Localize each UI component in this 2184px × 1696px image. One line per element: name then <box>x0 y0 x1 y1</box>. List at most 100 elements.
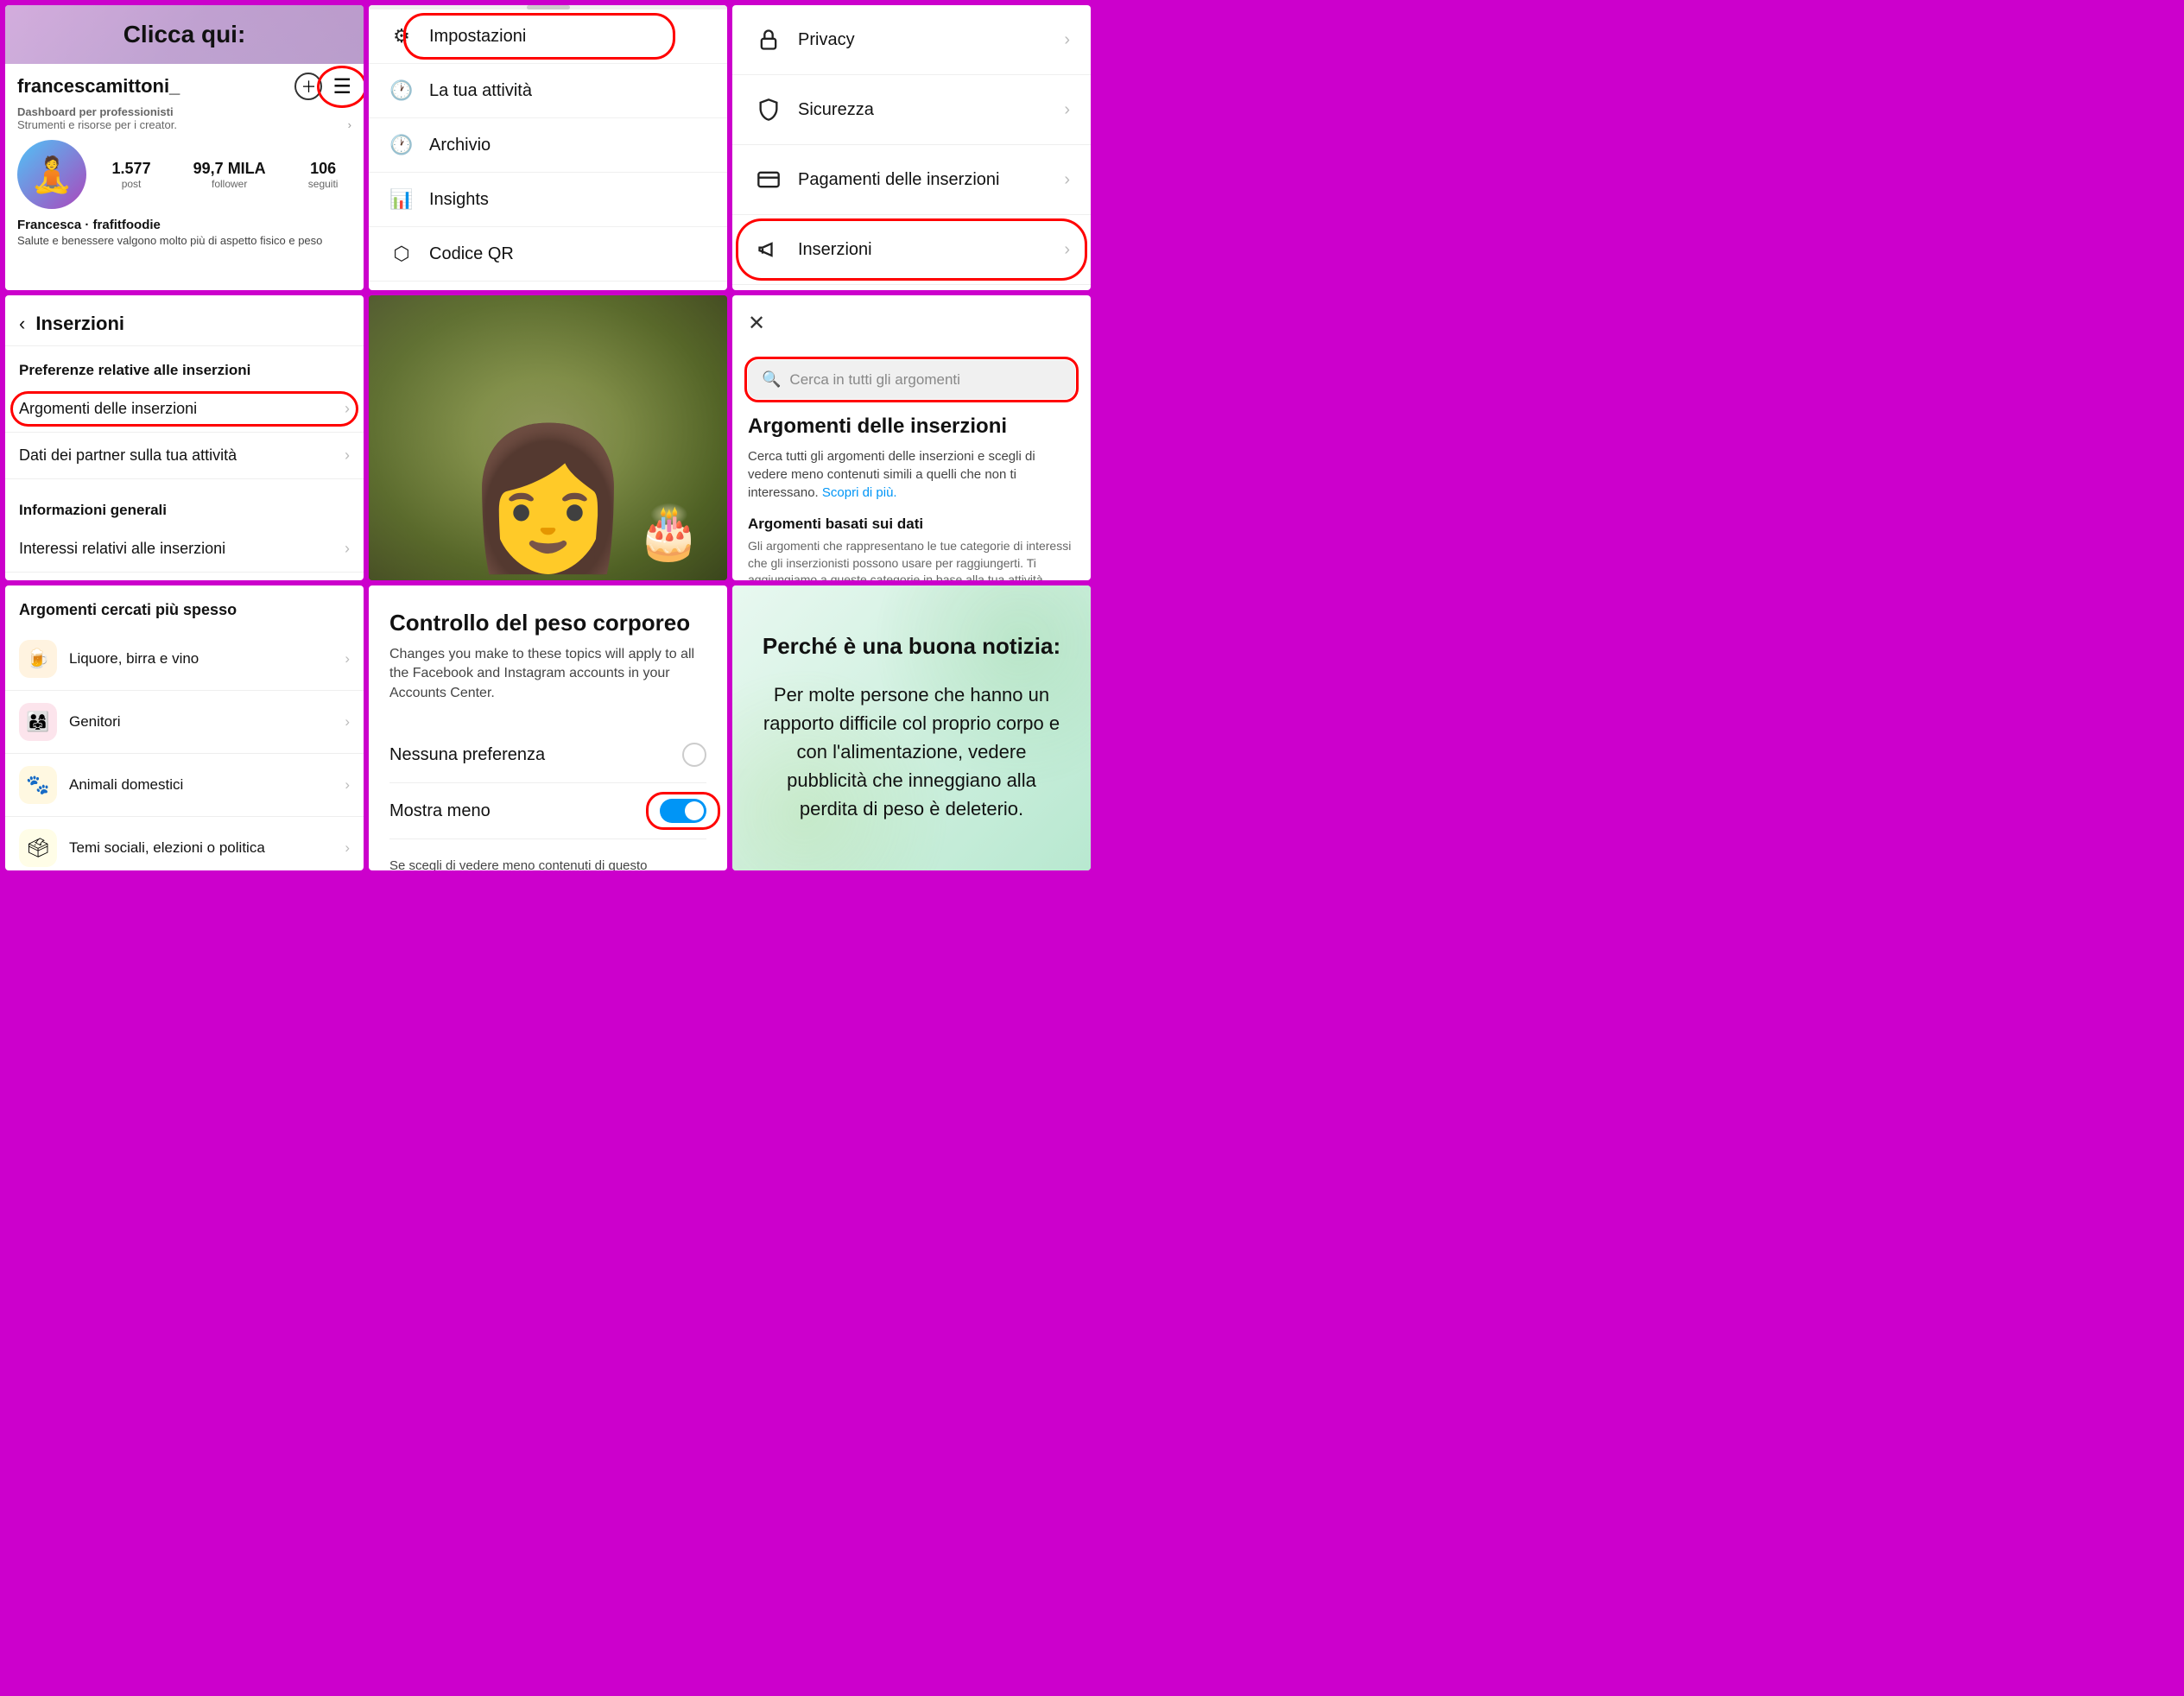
chevron-icon: › <box>1064 100 1070 120</box>
info-section-title: Informazioni generali <box>5 486 364 526</box>
animali-icon: 🐾 <box>19 766 57 804</box>
menu-item-salvato[interactable]: 🔖 Salvato <box>369 282 727 290</box>
username: francescamittoni_ <box>17 75 180 98</box>
arrow-icon: › <box>348 118 351 131</box>
chevron-icon: › <box>345 650 350 668</box>
radio-nessuna-pref[interactable] <box>682 743 706 767</box>
topic-genitori[interactable]: 👨‍👩‍👧 Genitori › <box>5 691 364 754</box>
menu-item-attivita[interactable]: 🕐 La tua attività <box>369 64 727 118</box>
profile-top-row: francescamittoni_ ＋ ☰ <box>17 73 351 100</box>
menu-item-codice-qr[interactable]: ⬡ Codice QR <box>369 227 727 282</box>
privacy-item[interactable]: Privacy › <box>732 5 1091 75</box>
temi-label: Temi sociali, elezioni o politica <box>69 839 345 857</box>
attivita-label: La tua attività <box>429 81 532 101</box>
back-button[interactable]: ‹ <box>19 313 25 335</box>
cell9-body: Per molte persone che hanno un rapporto … <box>758 680 1065 823</box>
megaphone-icon <box>753 234 784 265</box>
inserzioni-item[interactable]: Inserzioni › <box>732 215 1091 285</box>
temi-icon: 🗳 <box>19 829 57 867</box>
click-label: Clicca qui: <box>123 21 246 48</box>
search-icon: 🔍 <box>762 370 781 389</box>
sicurezza-item[interactable]: Sicurezza › <box>732 75 1091 145</box>
animali-label: Animali domestici <box>69 776 345 794</box>
settings-icon: ⚙ <box>389 25 414 47</box>
lock-icon <box>753 24 784 55</box>
archivio-label: Archivio <box>429 136 491 155</box>
activity-icon: 🕐 <box>389 79 414 102</box>
attivita-pub-item[interactable]: Attività pubblicitaria › <box>5 573 364 580</box>
account-item[interactable]: Account › <box>732 285 1091 290</box>
impostazioni-label: Impostazioni <box>429 27 526 47</box>
interessi-item[interactable]: Interessi relativi alle inserzioni › <box>5 526 364 573</box>
profile-name: Francesca · frafitfoodie <box>17 218 351 232</box>
chevron-icon: › <box>1064 240 1070 260</box>
chevron-icon: › <box>345 400 350 418</box>
peso-note: Se scegli di vedere meno contenuti di qu… <box>389 857 706 870</box>
stat-group: 1.577 post 99,7 MILA follower 106 seguit… <box>98 160 351 190</box>
close-button[interactable]: ✕ <box>748 311 765 336</box>
inserzioni-header: ‹ Inserzioni <box>5 295 364 346</box>
liquore-label: Liquore, birra e vino <box>69 650 345 668</box>
cell-photo: 👩 🎂 <box>369 295 727 580</box>
stat-followers: 99,7 MILA follower <box>193 160 266 190</box>
card-icon <box>753 164 784 195</box>
cell-inserzioni-settings: ‹ Inserzioni Preferenze relative alle in… <box>5 295 364 580</box>
topic-temi-sociali[interactable]: 🗳 Temi sociali, elezioni o politica › <box>5 817 364 870</box>
chevron-icon: › <box>345 713 350 731</box>
dashboard-text: Dashboard per professionisti <box>17 105 174 118</box>
search-box[interactable]: 🔍 Cerca in tutti gli argomenti <box>748 360 1075 399</box>
topic-liquore[interactable]: 🍺 Liquore, birra e vino › <box>5 628 364 691</box>
topic-animali[interactable]: 🐾 Animali domestici › <box>5 754 364 817</box>
stat-posts: 1.577 post <box>112 160 151 190</box>
genitori-icon: 👨‍👩‍👧 <box>19 703 57 741</box>
qr-icon: ⬡ <box>389 243 414 265</box>
subsection-title: Argomenti basati sui dati <box>748 516 1075 533</box>
partner-dati-label: Dati dei partner sulla tua attività <box>19 446 345 465</box>
peso-main-title: Controllo del peso corporeo <box>389 610 706 636</box>
option-nessuna-preferenza[interactable]: Nessuna preferenza <box>389 727 706 783</box>
nessuna-pref-label: Nessuna preferenza <box>389 745 545 765</box>
profile-bio: Salute e benessere valgono molto più di … <box>17 234 351 247</box>
profile-stats-row: 🧘 1.577 post 99,7 MILA follower 106 segu… <box>17 140 351 209</box>
inserzioni-page-title: Inserzioni <box>35 313 124 335</box>
argomenti-label: Argomenti delle inserzioni <box>19 400 345 418</box>
cell-topics-list: Argomenti cercati più spesso 🍺 Liquore, … <box>5 585 364 870</box>
profile-icons: ＋ ☰ <box>294 73 351 100</box>
avatar: 🧘 <box>17 140 86 209</box>
menu-item-insights[interactable]: 📊 Insights <box>369 173 727 227</box>
hamburger-menu[interactable]: ☰ <box>332 74 351 99</box>
add-icon[interactable]: ＋ <box>294 73 322 100</box>
person-figure: 👩 <box>462 419 634 580</box>
peso-subtitle: Changes you make to these topics will ap… <box>389 645 706 703</box>
liquore-icon: 🍺 <box>19 640 57 678</box>
shield-icon <box>753 94 784 125</box>
sicurezza-label: Sicurezza <box>798 100 1064 120</box>
subsection-desc: Gli argomenti che rappresentano le tue c… <box>748 538 1075 580</box>
cell-info-text: Perché è una buona notizia: Per molte pe… <box>732 585 1091 870</box>
inserzioni-label: Inserzioni <box>798 240 1064 260</box>
note-text-content: Se scegli di vedere meno contenuti di qu… <box>389 858 687 870</box>
option-mostra-meno[interactable]: Mostra meno <box>389 783 706 839</box>
cell-ad-topics-search: ✕ 🔍 Cerca in tutti gli argomenti Argomen… <box>732 295 1091 580</box>
privacy-label: Privacy <box>798 30 1064 50</box>
menu-item-archivio[interactable]: 🕐 Archivio <box>369 118 727 173</box>
dashboard-sub: Strumenti e risorse per i creator. <box>17 118 177 131</box>
dashboard-link[interactable]: Dashboard per professionisti Strumenti e… <box>17 105 351 131</box>
partner-dati-item[interactable]: Dati dei partner sulla tua attività › <box>5 433 364 479</box>
argomenti-item[interactable]: Argomenti delle inserzioni › <box>5 386 364 433</box>
pagamenti-item[interactable]: Pagamenti delle inserzioni › <box>732 145 1091 215</box>
ad-topics-desc: Cerca tutti gli argomenti delle inserzio… <box>748 447 1075 502</box>
interessi-label: Interessi relativi alle inserzioni <box>19 540 345 558</box>
chevron-icon: › <box>345 446 350 465</box>
toggle-knob <box>685 801 704 820</box>
genitori-label: Genitori <box>69 713 345 731</box>
cell-instagram-profile: Clicca qui: francescamittoni_ ＋ ☰ Dashbo… <box>5 5 364 290</box>
scopri-link[interactable]: Scopri di più. <box>822 485 897 500</box>
chevron-icon: › <box>345 540 350 558</box>
mostra-meno-toggle[interactable] <box>660 799 706 823</box>
codice-qr-label: Codice QR <box>429 244 514 264</box>
cell9-headline: Perché è una buona notizia: <box>763 633 1060 660</box>
mostra-meno-label: Mostra meno <box>389 801 491 821</box>
topics-section-header: Argomenti cercati più spesso <box>5 585 364 628</box>
menu-item-impostazioni[interactable]: ⚙ Impostazioni <box>369 9 727 64</box>
